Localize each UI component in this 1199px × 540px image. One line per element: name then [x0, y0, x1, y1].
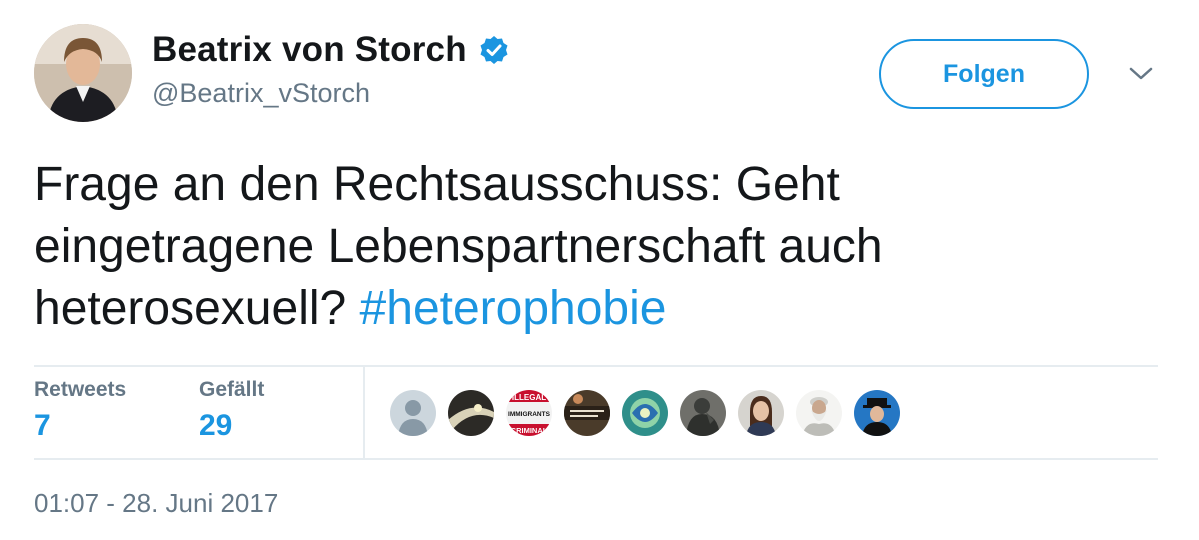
likes-stat[interactable]: Gefällt 29 [199, 378, 264, 443]
verified-badge-icon [479, 35, 509, 65]
author-avatar-image [34, 24, 132, 122]
tweet-text-line-1: Frage an den Rechtsausschuss: Geht [34, 158, 840, 211]
tweet-text: Frage an den Rechtsausschuss: Geht einge… [34, 154, 1154, 340]
illegal-immigrants-sign-avatar[interactable]: ILLEGAL IMMIGRANTS CRIMINAL [504, 388, 554, 438]
hashtag-link[interactable]: #heterophobie [360, 282, 667, 335]
retweets-count: 7 [34, 409, 51, 442]
tweet-timestamp[interactable]: 01:07 - 28. Juni 2017 [34, 488, 278, 519]
tweet-text-line-3: heterosexuell? #heterophobie [34, 278, 1154, 340]
liker-avatars: ILLEGAL IMMIGRANTS CRIMINAL [388, 388, 910, 438]
tweet-text-line-2: eingetragene Lebenspartnerschaft auch [34, 220, 883, 273]
stats-divider-bottom [34, 458, 1158, 460]
statue-avatar[interactable] [678, 388, 728, 438]
tunnel-avatar[interactable] [446, 388, 496, 438]
chevron-down-icon[interactable] [1128, 64, 1154, 84]
default-user-avatar[interactable] [388, 388, 438, 438]
likes-label: Gefällt [199, 378, 265, 401]
retweets-label: Retweets [34, 378, 127, 401]
svg-text:CRIMINAL: CRIMINAL [511, 426, 548, 435]
author-avatar[interactable] [34, 24, 132, 122]
author-name-row: Beatrix von Storch [152, 30, 509, 70]
bearded-man-avatar[interactable] [794, 388, 844, 438]
text-poster-avatar[interactable] [562, 388, 612, 438]
stats-divider-vertical [363, 367, 365, 458]
retweets-stat[interactable]: Retweets 7 [34, 378, 126, 443]
woman-portrait-avatar[interactable] [736, 388, 786, 438]
abstract-avatar[interactable] [620, 388, 670, 438]
man-with-hat-avatar[interactable] [852, 388, 902, 438]
author-handle[interactable]: @Beatrix_vStorch [152, 78, 370, 109]
stats-divider-top [34, 365, 1158, 367]
svg-text:ILLEGAL: ILLEGAL [512, 393, 546, 402]
tweet-card: Beatrix von Storch @Beatrix_vStorch Folg… [0, 0, 1199, 540]
tweet-text-line-3-prefix: heterosexuell? [34, 282, 360, 335]
follow-button[interactable]: Folgen [879, 39, 1089, 109]
author-display-name[interactable]: Beatrix von Storch [152, 30, 467, 70]
svg-text:IMMIGRANTS: IMMIGRANTS [508, 411, 551, 418]
likes-count: 29 [199, 409, 233, 442]
